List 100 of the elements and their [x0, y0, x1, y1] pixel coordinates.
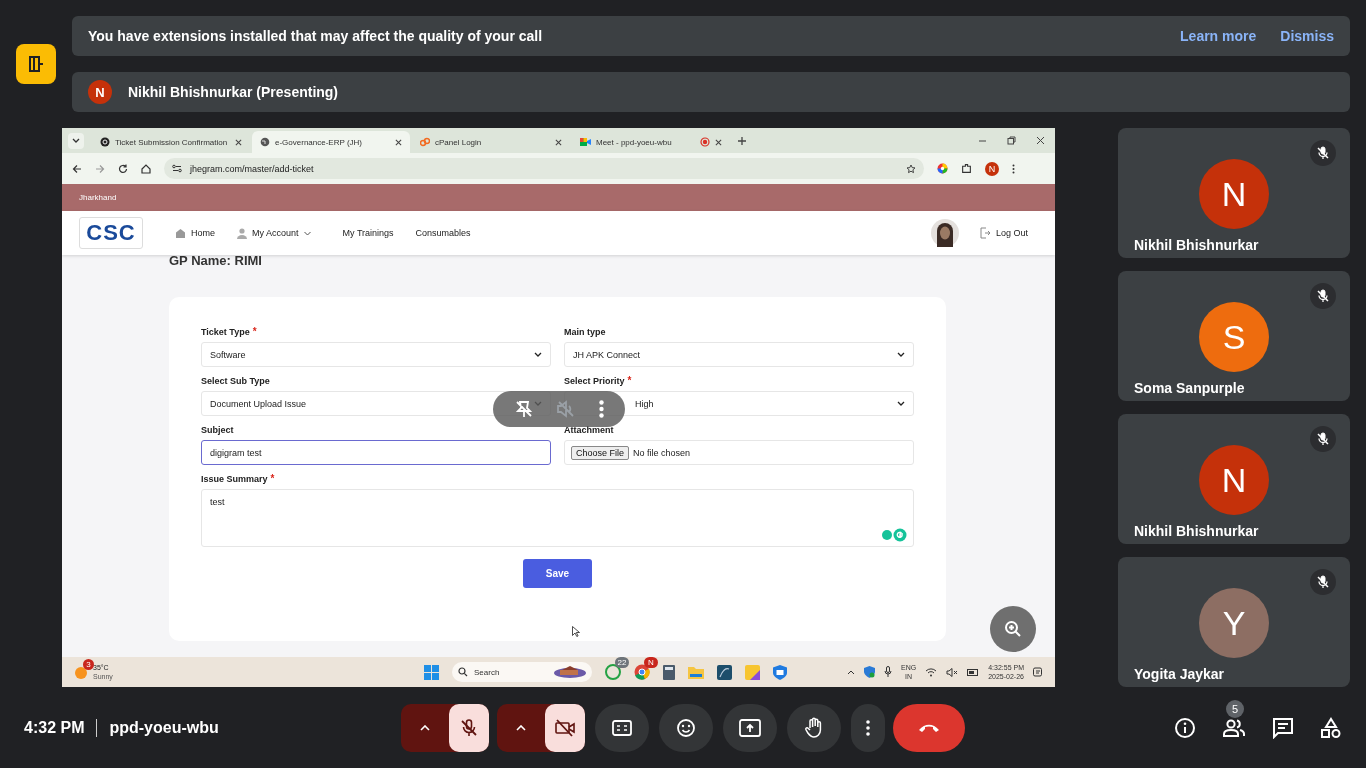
hand-icon [804, 716, 824, 739]
present-button[interactable] [723, 703, 777, 752]
chevron-up-icon[interactable] [847, 669, 855, 675]
close-icon[interactable] [715, 138, 722, 146]
cursor-icon [572, 626, 580, 637]
participant-name: Yogita Jaykar [1134, 666, 1224, 682]
start-icon[interactable] [424, 664, 439, 680]
tab-menu-icon[interactable] [68, 132, 84, 149]
close-icon[interactable] [1036, 136, 1045, 145]
field-label: Attachment [564, 425, 614, 435]
save-button[interactable]: Save [523, 559, 592, 588]
ring-icon [100, 137, 110, 147]
security-icon[interactable] [864, 666, 875, 678]
new-tab-icon[interactable] [738, 136, 746, 145]
close-icon[interactable] [235, 138, 242, 146]
search-icon [458, 667, 468, 677]
field-label: Issue Summary [201, 474, 268, 484]
choose-file-button[interactable]: Choose File [571, 445, 630, 460]
browser-tab[interactable]: Ticket Submission Confirmation [92, 131, 250, 153]
dropdown[interactable]: JH APK Connect [564, 342, 914, 367]
profile-avatar[interactable]: N [985, 161, 999, 176]
taskbar-search[interactable]: Search [452, 662, 592, 682]
close-icon[interactable] [395, 138, 402, 146]
present-icon [739, 718, 761, 737]
weather-icon[interactable] [74, 665, 88, 679]
close-icon[interactable] [555, 138, 562, 146]
presenter-name: Nikhil Bhishnurkar (Presenting) [128, 84, 339, 100]
chat-icon[interactable] [1272, 716, 1294, 739]
meeting-time: 4:32 PM [24, 718, 85, 737]
browser-tab[interactable]: cPanel Login [412, 131, 570, 153]
back-icon[interactable] [72, 163, 82, 174]
calculator-icon[interactable] [663, 664, 675, 680]
globe-icon [260, 137, 270, 147]
shield-icon[interactable] [773, 664, 787, 680]
color-wheel-icon[interactable] [937, 163, 948, 174]
notes-icon[interactable] [745, 664, 760, 680]
user-avatar[interactable] [930, 219, 959, 247]
star-icon[interactable] [906, 163, 916, 174]
notification-icon[interactable] [1033, 667, 1043, 677]
dropdown[interactable]: Software [201, 342, 551, 367]
people-icon[interactable] [1222, 717, 1246, 738]
meeting-code: ppd-yoeu-wbu [109, 718, 219, 737]
browser-app-icon[interactable] [634, 664, 650, 680]
caret-icon [303, 230, 311, 236]
folder-icon[interactable] [688, 665, 704, 679]
activity-icon[interactable] [16, 44, 56, 84]
speaker-muted-icon[interactable] [946, 667, 959, 677]
more-icon[interactable] [1012, 163, 1015, 174]
chevron-down-icon [897, 401, 905, 406]
participant-count: 5 [1226, 699, 1244, 718]
app-icon[interactable] [717, 664, 732, 680]
activities-icon[interactable] [1320, 716, 1342, 739]
microphone-button[interactable] [449, 703, 489, 752]
notification-badge: 3 [83, 659, 94, 670]
wifi-icon[interactable] [925, 667, 938, 677]
home-icon [175, 228, 186, 238]
nav-link[interactable]: Consumables [415, 228, 471, 238]
nav-link[interactable]: My Account [237, 227, 311, 239]
microphone-icon[interactable] [884, 666, 892, 678]
info-icon[interactable] [1174, 716, 1196, 739]
field-label: Main type [564, 327, 606, 337]
address-field[interactable]: jhegram.com/master/add-ticket [164, 158, 924, 179]
browser-tab[interactable]: Meet - ppd-yoeu-wbu [572, 131, 730, 153]
browser-tab[interactable]: e-Governance-ERP (JH) [252, 131, 410, 153]
field-label: Subject [201, 425, 234, 435]
banner-link[interactable]: Dismiss [1280, 28, 1334, 44]
logout-link[interactable]: Log Out [978, 227, 1028, 239]
zoom-in-icon [1004, 620, 1022, 638]
camera-button[interactable] [545, 703, 585, 752]
logo[interactable]: CSC [79, 217, 143, 249]
leave-call-button[interactable] [893, 703, 965, 752]
site-settings-icon[interactable] [172, 164, 182, 173]
participant-avatar: S [1199, 302, 1269, 372]
chevron-down-icon [897, 352, 905, 357]
banner-link[interactable]: Learn more [1180, 28, 1257, 44]
chevron-down-icon [534, 352, 542, 357]
notification-badge: N [644, 657, 658, 668]
battery-icon[interactable] [967, 667, 980, 677]
field-label: Select Priority [564, 376, 625, 386]
home-icon[interactable] [141, 163, 151, 174]
logout-icon [978, 227, 991, 239]
nav-link[interactable]: My Trainings [342, 228, 394, 238]
raise-hand-button[interactable] [787, 703, 841, 752]
reload-icon[interactable] [118, 163, 128, 174]
video-camera-icon [580, 137, 591, 147]
nav-link[interactable]: Home [175, 228, 215, 238]
participant-name: Nikhil Bhishnurkar [1134, 523, 1259, 539]
chat-app-icon[interactable] [605, 664, 621, 680]
required-mark: * [270, 474, 275, 484]
summary-field[interactable]: test [201, 489, 914, 547]
participant-name: Nikhil Bhishnurkar [1134, 237, 1259, 253]
more-options-button[interactable] [851, 703, 885, 752]
restore-icon[interactable] [1007, 136, 1016, 145]
emoji-button[interactable] [659, 703, 713, 752]
pin-off-icon[interactable] [514, 399, 535, 419]
subject-field[interactable]: digigram test [201, 440, 551, 465]
puzzle-icon[interactable] [961, 163, 972, 174]
required-mark: * [252, 327, 257, 337]
captions-button[interactable] [595, 703, 649, 752]
field-label: Select Sub Type [201, 376, 270, 386]
